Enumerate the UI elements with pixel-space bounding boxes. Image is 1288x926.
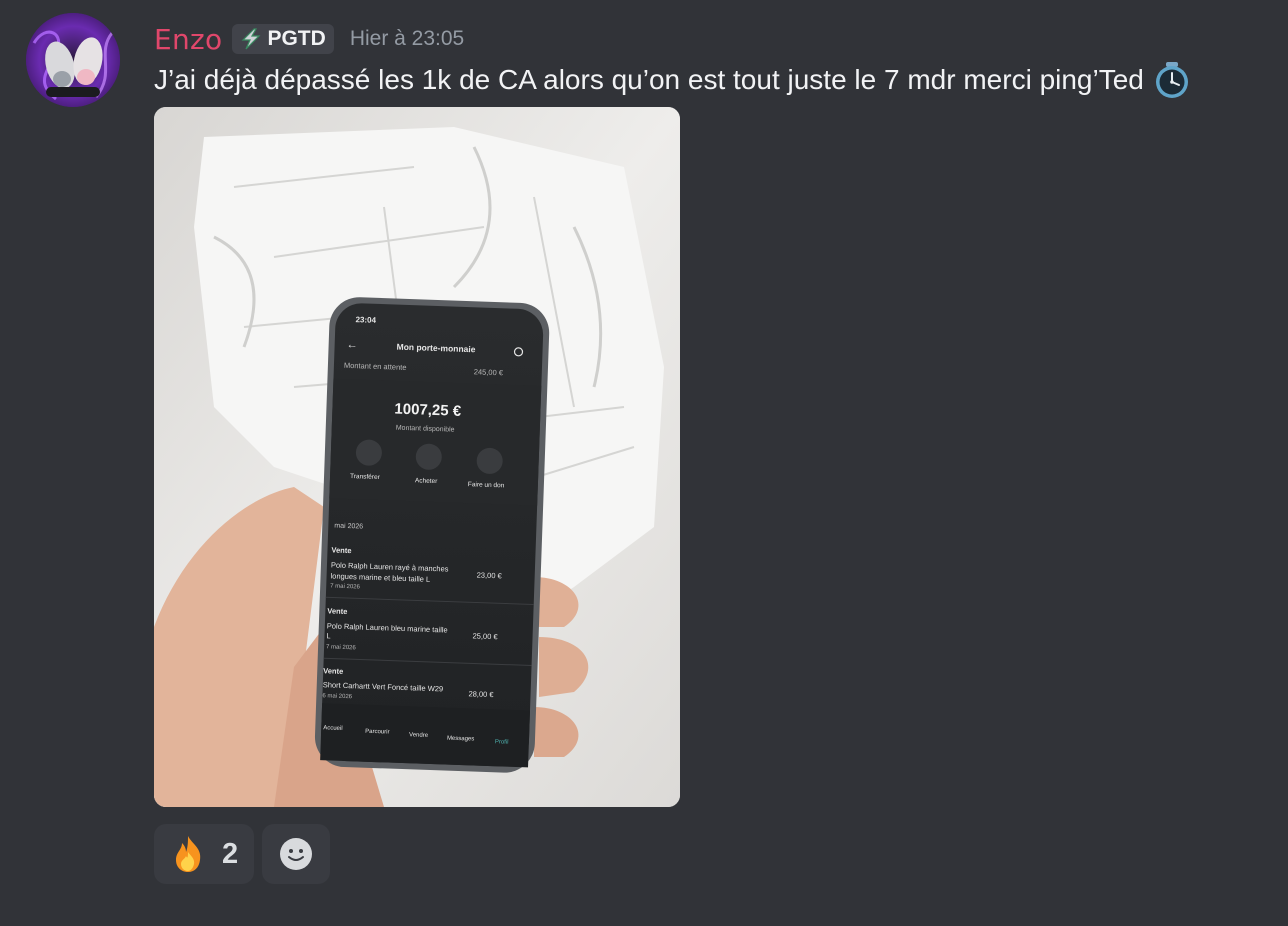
message-content: J’ai déjà dépassé les 1k de CA alors qu’… xyxy=(154,60,1192,100)
timestamp[interactable]: Hier à 23:05 xyxy=(350,27,464,51)
phone-time: 23:04 xyxy=(355,315,376,325)
tx-1-type: Vente xyxy=(327,606,347,616)
phone-action-0: Transférer xyxy=(350,473,381,481)
reaction-count: 2 xyxy=(222,837,239,870)
smiley-icon xyxy=(280,838,313,870)
tx-0-type: Vente xyxy=(331,545,351,555)
tx-0-amount: 23,00 € xyxy=(477,571,503,581)
tx-2-type: Vente xyxy=(323,666,343,676)
image-attachment[interactable]: 23:04 ← Mon porte-monnaie Montant en att… xyxy=(154,107,680,807)
fire-emoji-icon xyxy=(176,836,201,872)
tx-1-amount: 25,00 € xyxy=(472,631,498,641)
phone-pending-amount: 245,00 € xyxy=(474,367,504,377)
add-reaction-button[interactable] xyxy=(262,824,331,884)
reaction-fire[interactable]: 2 xyxy=(154,824,255,884)
nav-parcourir: Parcourir xyxy=(365,729,390,736)
tx-2-date: 6 mai 2026 xyxy=(322,693,353,700)
stopwatch-emoji-icon[interactable] xyxy=(1152,60,1192,100)
nav-messages: Messages xyxy=(447,736,475,743)
nav-profil: Profil xyxy=(495,739,509,745)
message-text: J’ai déjà dépassé les 1k de CA alors qu’… xyxy=(154,64,1144,95)
phone-back-icon: ← xyxy=(346,339,357,351)
phone-month: mai 2026 xyxy=(334,523,363,531)
chat-message: Enzo PGTD Hier à 23:05 J’ai déjà dépassé… xyxy=(0,0,1288,926)
guild-tag[interactable]: PGTD xyxy=(232,24,334,54)
reactions-bar: 2 xyxy=(154,824,331,884)
avatar[interactable] xyxy=(26,13,120,107)
nav-vendre: Vendre xyxy=(409,732,429,739)
tx-0-date: 7 mai 2026 xyxy=(330,583,361,590)
phone-action-2: Faire un don xyxy=(468,481,505,489)
phone-action-1: Acheter xyxy=(415,477,438,485)
message-header: Enzo PGTD Hier à 23:05 xyxy=(154,20,464,58)
tx-1-date: 7 mai 2026 xyxy=(326,644,357,651)
nav-accueil: Accueil xyxy=(323,725,343,732)
lightning-icon xyxy=(242,28,261,50)
guild-tag-label: PGTD xyxy=(267,27,326,50)
username[interactable]: Enzo xyxy=(154,23,222,56)
tx-1-title2: L xyxy=(326,631,330,640)
tx-2-amount: 28,00 € xyxy=(468,689,494,699)
phone-balance: 1007,25 € xyxy=(394,401,462,420)
